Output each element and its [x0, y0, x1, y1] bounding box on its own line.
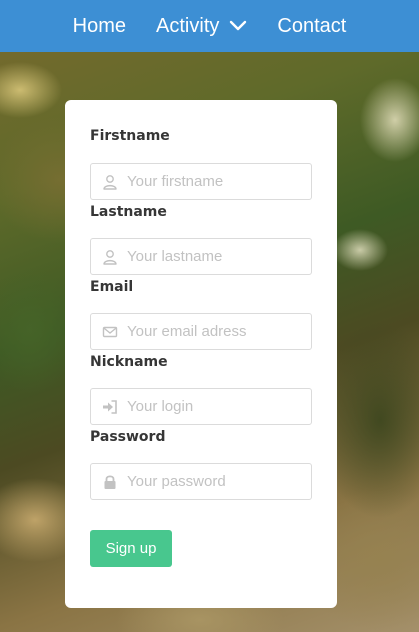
sign-in-icon: [103, 400, 117, 414]
firstname-field-wrapper: [90, 163, 312, 200]
email-field-wrapper: [90, 313, 312, 350]
email-input[interactable]: [127, 314, 307, 349]
nav-activity[interactable]: Activity: [156, 15, 247, 38]
lastname-label: Lastname: [90, 204, 167, 220]
nickname-label: Nickname: [90, 354, 168, 370]
nav-activity-label: Activity: [156, 14, 220, 37]
chevron-down-icon: [230, 20, 247, 31]
signup-button[interactable]: Sign up: [90, 530, 172, 567]
password-label: Password: [90, 429, 166, 445]
user-icon: [103, 175, 117, 190]
envelope-icon: [102, 326, 118, 338]
password-field-wrapper: [90, 463, 312, 500]
nickname-input[interactable]: [127, 389, 307, 424]
signup-form: Firstname Lastname Email Nickname Passwo…: [65, 100, 337, 608]
nav-home[interactable]: Home: [73, 15, 126, 38]
lastname-input[interactable]: [127, 239, 307, 274]
password-input[interactable]: [127, 464, 307, 499]
nav-contact[interactable]: Contact: [277, 15, 346, 38]
firstname-label: Firstname: [90, 128, 170, 144]
lock-icon: [104, 475, 116, 489]
user-icon: [103, 250, 117, 265]
lastname-field-wrapper: [90, 238, 312, 275]
firstname-input[interactable]: [127, 164, 307, 199]
navbar: Home Activity Contact: [0, 0, 419, 52]
nickname-field-wrapper: [90, 388, 312, 425]
email-label: Email: [90, 279, 134, 295]
